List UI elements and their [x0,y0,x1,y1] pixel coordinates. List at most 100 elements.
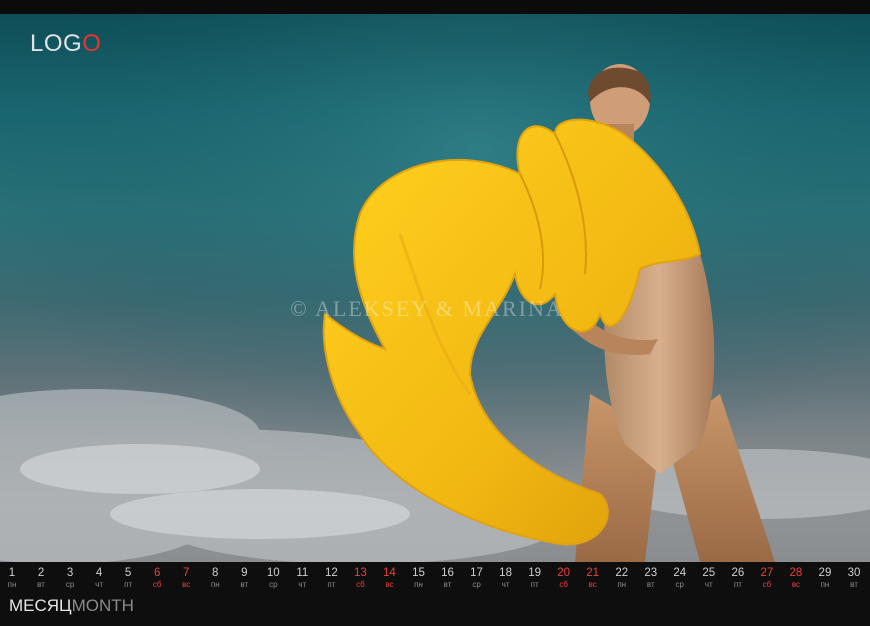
calendar-day: 15 пн [403,566,433,590]
weekday-label: пн [210,580,220,589]
day-number: 26 [731,567,745,579]
calendar-day: 23 вт [636,566,666,590]
day-number: 15 [412,567,425,579]
day-number: 23 [644,567,658,579]
day-number: 22 [615,567,629,579]
day-number: 9 [241,567,248,579]
logo-text: LOG [30,30,83,57]
calendar-day: 24 ср [665,566,695,590]
calendar-day: 19 пт [520,566,550,590]
weekday-label: вс [791,580,800,589]
weekday-label: вс [182,580,191,589]
day-number: 21 [586,567,600,579]
day-number: 28 [789,567,803,579]
day-number: 27 [760,567,774,579]
day-number: 7 [183,567,190,579]
month-label-ru: МЕСЯЦ [9,596,72,615]
day-number: 11 [296,567,309,579]
calendar-day: 4 чт [84,566,114,590]
weekday-label: пн [7,580,17,589]
calendar-day: 16 вт [433,566,463,590]
calendar-day: 26 пт [723,566,753,590]
calendar-day: 27 сб [752,566,782,590]
day-number: 1 [8,567,16,579]
day-number: 5 [124,567,132,579]
day-number: 4 [95,567,103,579]
copyright-watermark: © ALEKSEY & MARINA [290,296,564,321]
day-number: 3 [66,567,74,579]
calendar-day: 9 вт [229,566,259,590]
weekday-label: сб [559,580,568,589]
logo-accent-letter: O [82,30,102,57]
fashion-photo [0,14,870,562]
weekday-label: вт [240,580,249,589]
day-number: 6 [153,567,161,579]
calendar-day: 14 вс [374,566,404,590]
day-number: 17 [470,567,483,579]
calendar-day: 3 ср [55,566,85,590]
brand-logo: LOGO [30,30,101,58]
day-number: 2 [37,567,45,579]
calendar-day: 30 вт [839,566,869,590]
weekday-label: сб [356,580,365,589]
calendar-day: 13 сб [345,566,375,590]
day-number: 20 [557,567,571,579]
weekday-label: вт [443,580,452,589]
weekday-label: чт [704,580,713,589]
calendar-day: 12 пт [316,566,346,590]
calendar-day: 1 пн [0,566,27,590]
day-number: 24 [673,567,687,579]
day-number: 18 [499,567,512,579]
day-number: 12 [324,567,338,579]
calendar-day: 22 пн [607,566,637,590]
weekday-label: вт [850,580,858,589]
month-label: МЕСЯЦMONTH [9,596,134,616]
photo-illustration [0,14,870,562]
weekday-label: сб [152,580,162,589]
weekday-label: вт [646,580,655,589]
calendar-day: 6 сб [142,566,172,590]
weekday-label: вс [385,580,394,589]
calendar-day: 21 вс [578,566,608,590]
day-number: 29 [818,567,832,579]
weekday-label: пн [617,580,627,589]
day-number: 13 [354,567,367,579]
weekday-label: сб [762,580,772,589]
calendar-day: 2 вт [26,566,56,590]
weekday-label: вс [588,580,597,589]
weekday-label: ср [269,580,278,589]
calendar-day: 11 чт [287,566,317,590]
weekday-label: чт [298,580,307,589]
day-number: 8 [212,567,219,579]
calendar-day: 20 сб [549,566,579,590]
top-border [0,0,870,14]
weekday-label: ср [65,580,75,589]
day-number: 10 [266,567,280,579]
weekday-label: пт [124,580,133,589]
day-number: 14 [383,567,396,579]
day-number: 16 [441,567,454,579]
calendar-day: 8 пн [200,566,230,590]
weekday-label: чт [95,580,104,589]
weekday-label: чт [501,580,510,589]
month-label-en: MONTH [71,596,134,615]
calendar-day: 29 пн [810,566,840,590]
calendar-strip: 1 пн 2 вт 3 ср 4 чт 5 пт 6 сб 7 вс 8 пн 9 вт 10 ср 11 чт 12 пт 1… [0,562,870,626]
calendar-day: 17 ср [462,566,492,590]
calendar-day: 10 ср [258,566,288,590]
day-number: 30 [847,567,861,579]
weekday-label: вт [37,580,45,589]
weekday-label: ср [675,580,684,589]
weekday-label: ср [472,580,481,589]
weekday-label: пт [733,580,742,589]
calendar-day: 5 пт [113,566,143,590]
weekday-label: пн [414,580,423,589]
weekday-label: пт [327,580,336,589]
calendar-day: 7 вс [171,566,201,590]
calendar-day: 28 вс [781,566,811,590]
day-number: 19 [528,567,541,579]
calendar-day: 18 чт [491,566,521,590]
calendar-day: 25 чт [694,566,724,590]
weekday-label: пн [820,580,830,589]
day-number: 25 [702,567,716,579]
